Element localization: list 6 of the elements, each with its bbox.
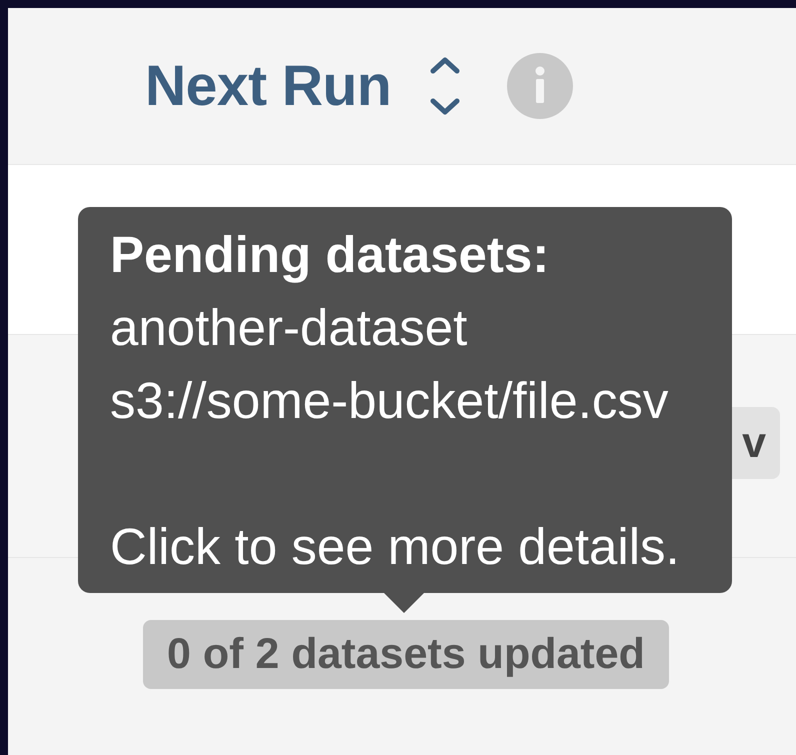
column-header[interactable]: Next Run <box>145 53 392 119</box>
tooltip-title: Pending datasets: <box>110 225 550 285</box>
tooltip-hint: Click to see more details. <box>110 517 681 577</box>
status-badge[interactable]: 0 of 2 datasets updated <box>143 620 669 689</box>
sort-icon[interactable] <box>429 57 462 115</box>
dataset-name: another-dataset <box>110 298 468 358</box>
